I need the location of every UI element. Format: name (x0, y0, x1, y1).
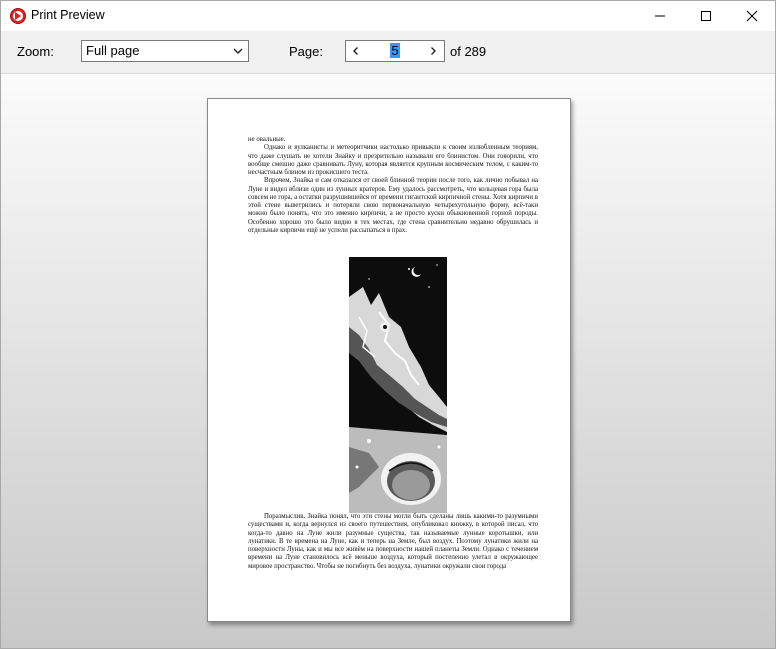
maximize-icon (701, 11, 711, 21)
chevron-right-icon (431, 47, 436, 55)
zoom-label: Zoom: (17, 44, 54, 59)
window-title: Print Preview (31, 8, 105, 22)
zoom-dropdown[interactable]: Full page (81, 40, 249, 62)
close-button[interactable] (729, 1, 775, 31)
title-bar[interactable]: Print Preview (1, 1, 775, 31)
paragraph: Однако и вулканисты и метеоритчики насто… (248, 144, 538, 176)
chevron-left-icon (353, 47, 358, 55)
print-preview-window: Print Preview Zoom: Full page Page: 5 of… (0, 0, 776, 649)
page-text-top: не овальные. Однако и вулканисты и метео… (248, 136, 538, 235)
close-icon (746, 10, 758, 22)
previous-page-button[interactable] (346, 41, 366, 61)
page-text-bottom: Поразмыслив, Знайка понял, что эти стены… (248, 513, 538, 571)
page-label: Page: (289, 44, 323, 59)
next-page-button[interactable] (423, 41, 443, 61)
paragraph: Поразмыслив, Знайка понял, что эти стены… (248, 513, 538, 570)
paragraph: Впрочем, Знайка и сам отказался от своей… (248, 177, 538, 234)
preview-toolbar: Zoom: Full page Page: of 289 (1, 31, 775, 74)
paragraph: не овальные. (248, 136, 286, 143)
maximize-button[interactable] (683, 1, 729, 31)
moon-crater-illustration (349, 257, 447, 513)
zoom-selected-value: Full page (86, 43, 140, 58)
preview-page: не овальные. Однако и вулканисты и метео… (207, 98, 571, 622)
page-number-input[interactable] (368, 42, 422, 59)
chevron-down-icon (233, 48, 243, 54)
minimize-button[interactable] (637, 1, 683, 31)
preview-area[interactable]: не овальные. Однако и вулканисты и метео… (1, 74, 775, 648)
page-total: of 289 (450, 44, 487, 59)
app-logo-icon (10, 8, 26, 24)
page-number-spinner (345, 40, 445, 62)
minimize-icon (655, 15, 665, 17)
